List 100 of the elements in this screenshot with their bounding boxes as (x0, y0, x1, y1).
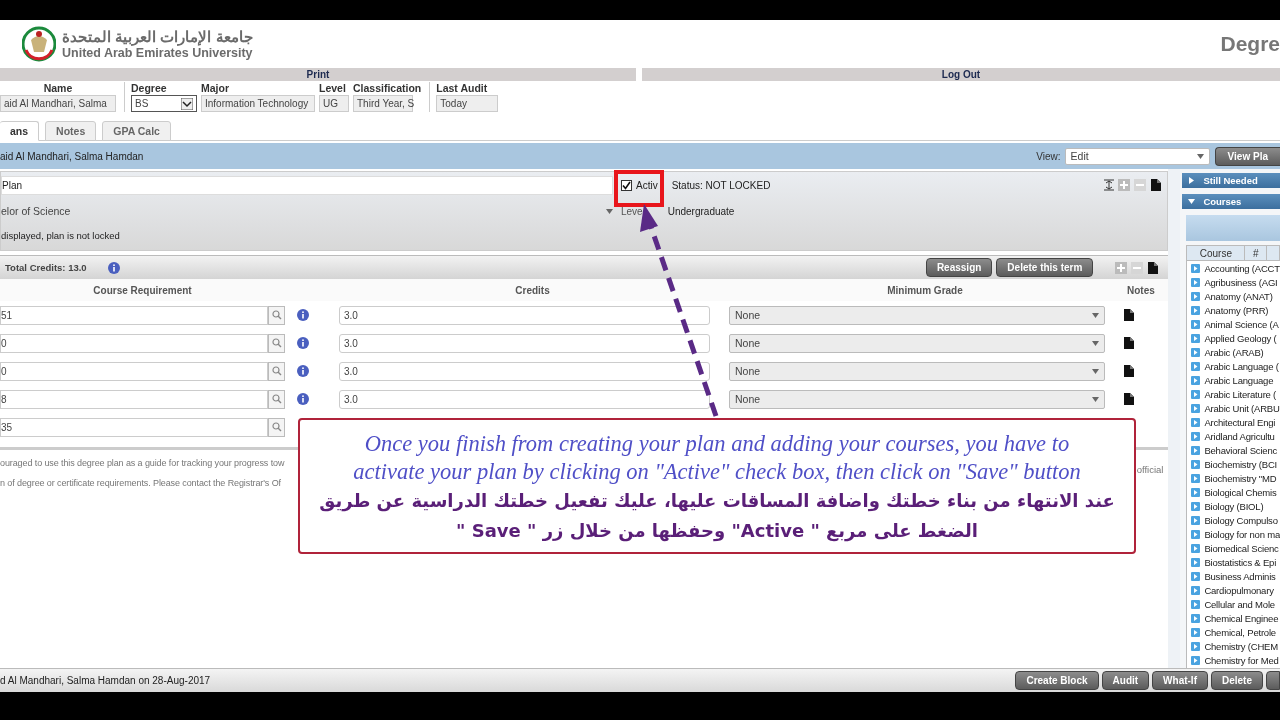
document-icon[interactable] (1124, 365, 1134, 377)
play-icon (1191, 445, 1201, 455)
course-field[interactable]: 8 (0, 389, 268, 409)
caret-icon (606, 208, 613, 214)
info-icon[interactable] (297, 309, 309, 321)
course-list-item[interactable]: Anatomy (ANAT) (1187, 289, 1280, 303)
course-list-item[interactable]: Accounting (ACCT (1187, 261, 1280, 275)
course-list-item[interactable]: Animal Science (A (1187, 317, 1280, 331)
footer-button[interactable]: Create Block (1015, 671, 1099, 690)
course-list-item[interactable]: Arabic Literature ( (1187, 387, 1280, 401)
degree-select[interactable]: elor of Science (1, 203, 613, 219)
course-list-item[interactable]: Chemistry for Med (1187, 653, 1280, 667)
term-button[interactable]: Reassign (925, 258, 993, 277)
plan-status: Status: NOT LOCKED (671, 179, 771, 191)
course-list-item[interactable]: Chemical Enginee (1187, 611, 1280, 625)
field-label: Name (42, 82, 74, 95)
course-list-item[interactable]: Biology (BIOL) (1187, 499, 1280, 513)
caret-icon (1092, 396, 1099, 402)
course-list-item[interactable]: Chemistry (CHEM (1187, 639, 1280, 653)
course-list-item[interactable]: Biostatistics & Epi (1187, 555, 1280, 569)
course-list-item[interactable]: Applied Geology ( (1187, 331, 1280, 345)
course-list-item[interactable]: Biochemistry (BCI (1187, 457, 1280, 471)
course-list-item[interactable]: Aridland Agricultu (1187, 429, 1280, 443)
play-icon (1191, 543, 1201, 553)
info-icon[interactable] (107, 261, 120, 274)
document-icon[interactable] (1124, 337, 1134, 349)
search-icon (271, 394, 282, 404)
document-icon[interactable] (1124, 393, 1134, 405)
panel-header[interactable]: Courses (1182, 194, 1280, 209)
document-icon[interactable] (1148, 261, 1159, 274)
credits-field[interactable]: 3.0 (339, 389, 710, 409)
course-list-item[interactable]: Biochemistry "MD (1187, 471, 1280, 485)
footer-button[interactable]: Audit (1101, 671, 1150, 690)
info-icon[interactable] (297, 337, 309, 349)
caret-right-icon (1188, 177, 1196, 184)
expand-icon[interactable] (1104, 179, 1115, 191)
minimum-grade-select[interactable]: None (729, 361, 1105, 381)
document-icon[interactable] (1124, 309, 1134, 321)
field-label: Major (201, 82, 230, 95)
course-field[interactable]: 0 (0, 333, 268, 353)
course-list-item[interactable]: Biology for non ma (1187, 527, 1280, 541)
course-list-item[interactable]: Arabic (ARAB) (1187, 345, 1280, 359)
play-icon (1191, 375, 1201, 385)
credits-field[interactable]: 3.0 (339, 361, 710, 381)
plan-description-field[interactable]: Plan (1, 175, 613, 195)
active-checkbox[interactable] (621, 179, 632, 191)
play-icon (1191, 319, 1201, 329)
document-icon[interactable] (1151, 179, 1162, 191)
course-field[interactable]: 35 (0, 417, 268, 437)
term-button[interactable]: Delete this term (996, 258, 1094, 277)
course-list-item[interactable]: Behavioral Scienc (1187, 443, 1280, 457)
course-list-item[interactable]: Agribusiness (AGI (1187, 275, 1280, 289)
course-field[interactable]: 0 (0, 361, 268, 381)
course-list-item[interactable]: Cardiopulmonary (1187, 583, 1280, 597)
panel-header[interactable]: Still Needed (1182, 173, 1280, 188)
credits-field[interactable]: 3.0 (339, 333, 710, 353)
course-list-item[interactable]: Arabic Language ( (1187, 359, 1280, 373)
view-select[interactable]: Edit (1064, 147, 1210, 165)
course-list-item[interactable]: Biomedical Scienc (1187, 541, 1280, 555)
course-list-item[interactable]: Biology Compulso (1187, 513, 1280, 527)
course-list-item[interactable]: Biological Chemis (1187, 485, 1280, 499)
credits-field[interactable]: 3.0 (339, 305, 710, 325)
search-button[interactable] (268, 305, 285, 325)
footer-button[interactable]: What-If (1152, 671, 1208, 690)
course-list-item[interactable]: Cellular and Mole (1187, 597, 1280, 611)
info-icon[interactable] (297, 365, 309, 377)
level-value: Undergraduate (667, 205, 735, 217)
info-field[interactable]: Today (436, 95, 499, 112)
tab[interactable]: Notes (45, 121, 97, 141)
degree-select[interactable]: BS (131, 95, 197, 112)
play-icon (1191, 557, 1201, 567)
course-list-item[interactable]: Anatomy (PRR) (1187, 303, 1280, 317)
course-list-item[interactable]: Arabic Unit (ARBU (1187, 401, 1280, 415)
tab[interactable]: ans (0, 121, 40, 141)
search-button[interactable] (268, 333, 285, 353)
course-field[interactable]: 51 (0, 305, 268, 325)
minimum-grade-select[interactable]: None (729, 305, 1105, 325)
field-label: Last Audit (436, 82, 489, 95)
info-icon[interactable] (297, 393, 309, 405)
course-list-item[interactable]: Arabic Language (1187, 373, 1280, 387)
search-button[interactable] (268, 417, 285, 437)
footer-button[interactable] (1266, 671, 1280, 690)
play-icon (1191, 473, 1201, 483)
search-button[interactable] (268, 389, 285, 409)
nav-link[interactable]: Log Out (642, 68, 1280, 81)
info-field[interactable]: Third Year, S (353, 95, 413, 112)
course-list-item[interactable]: Business Adminis (1187, 569, 1280, 583)
footer-button[interactable]: Delete (1211, 671, 1263, 690)
info-field[interactable]: aid Al Mandhari, Salma (0, 95, 116, 112)
info-field[interactable]: UG (319, 95, 349, 112)
search-button[interactable] (268, 361, 285, 381)
course-list-item[interactable]: Architectural Engi (1187, 415, 1280, 429)
nav-link[interactable]: Print (0, 68, 636, 81)
tab[interactable]: GPA Calc (102, 121, 171, 141)
view-plan-button[interactable]: View Pla (1214, 146, 1280, 166)
info-field[interactable]: Information Technology (201, 95, 315, 112)
caret-icon (1196, 153, 1204, 159)
course-list-item[interactable]: Chemical, Petrole (1187, 625, 1280, 639)
minimum-grade-select[interactable]: None (729, 333, 1105, 353)
minimum-grade-select[interactable]: None (729, 389, 1105, 409)
